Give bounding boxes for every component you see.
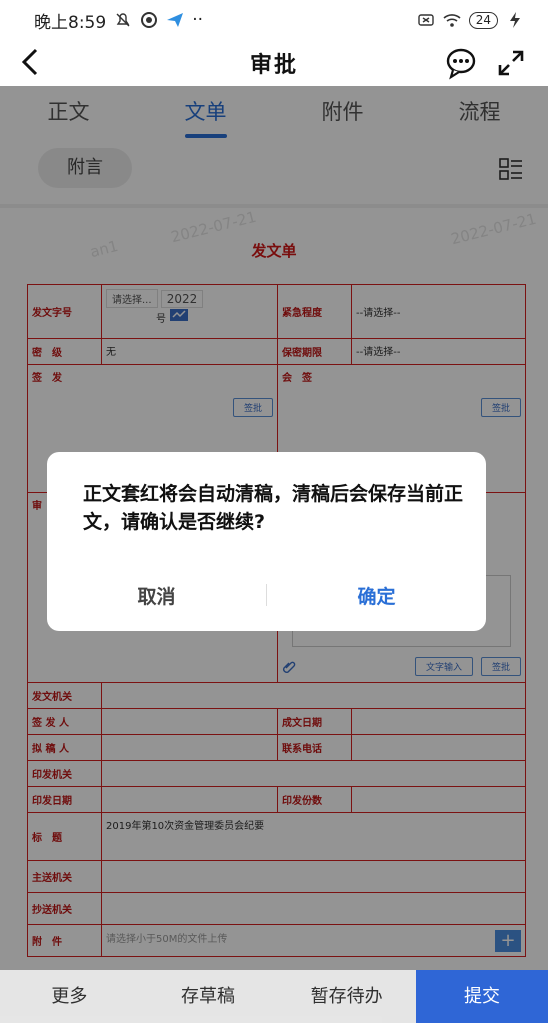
save-draft-button[interactable]: 存草稿 (139, 970, 278, 1023)
submit-button[interactable]: 提交 (416, 970, 548, 1023)
sim-off-icon (418, 14, 434, 26)
battery-level: 24 (468, 11, 498, 29)
expand-icon[interactable] (496, 48, 526, 78)
app-header: 审批 (0, 40, 548, 86)
status-time: 晚上8:59 (34, 12, 107, 33)
dialog-message: 正文套红将会自动清稿，清稿后会保存当前正文，请确认是否继续? (83, 483, 464, 533)
cancel-button[interactable]: 取消 (47, 582, 266, 609)
charging-bolt-icon (510, 12, 520, 28)
confirm-button[interactable]: 确定 (267, 582, 486, 609)
confirm-dialog: 正文套红将会自动清稿，清稿后会保存当前正文，请确认是否继续? 取消 确定 (47, 452, 486, 631)
status-dots: ·· (192, 10, 203, 30)
bottom-action-bar: 更多 存草稿 暂存待办 提交 (0, 970, 548, 1023)
chat-bubble-icon[interactable] (444, 46, 478, 80)
status-bar: 晚上8:59 ·· 24 (0, 0, 548, 40)
wifi-icon (443, 14, 461, 27)
app-notification-icon (167, 13, 184, 27)
circle-status-icon (141, 12, 158, 28)
save-pending-button[interactable]: 暂存待办 (277, 970, 416, 1023)
dialog-button-row: 取消 确定 (47, 572, 486, 618)
mute-bell-icon (116, 13, 130, 27)
more-button[interactable]: 更多 (0, 970, 139, 1023)
back-arrow-icon[interactable] (16, 44, 46, 80)
